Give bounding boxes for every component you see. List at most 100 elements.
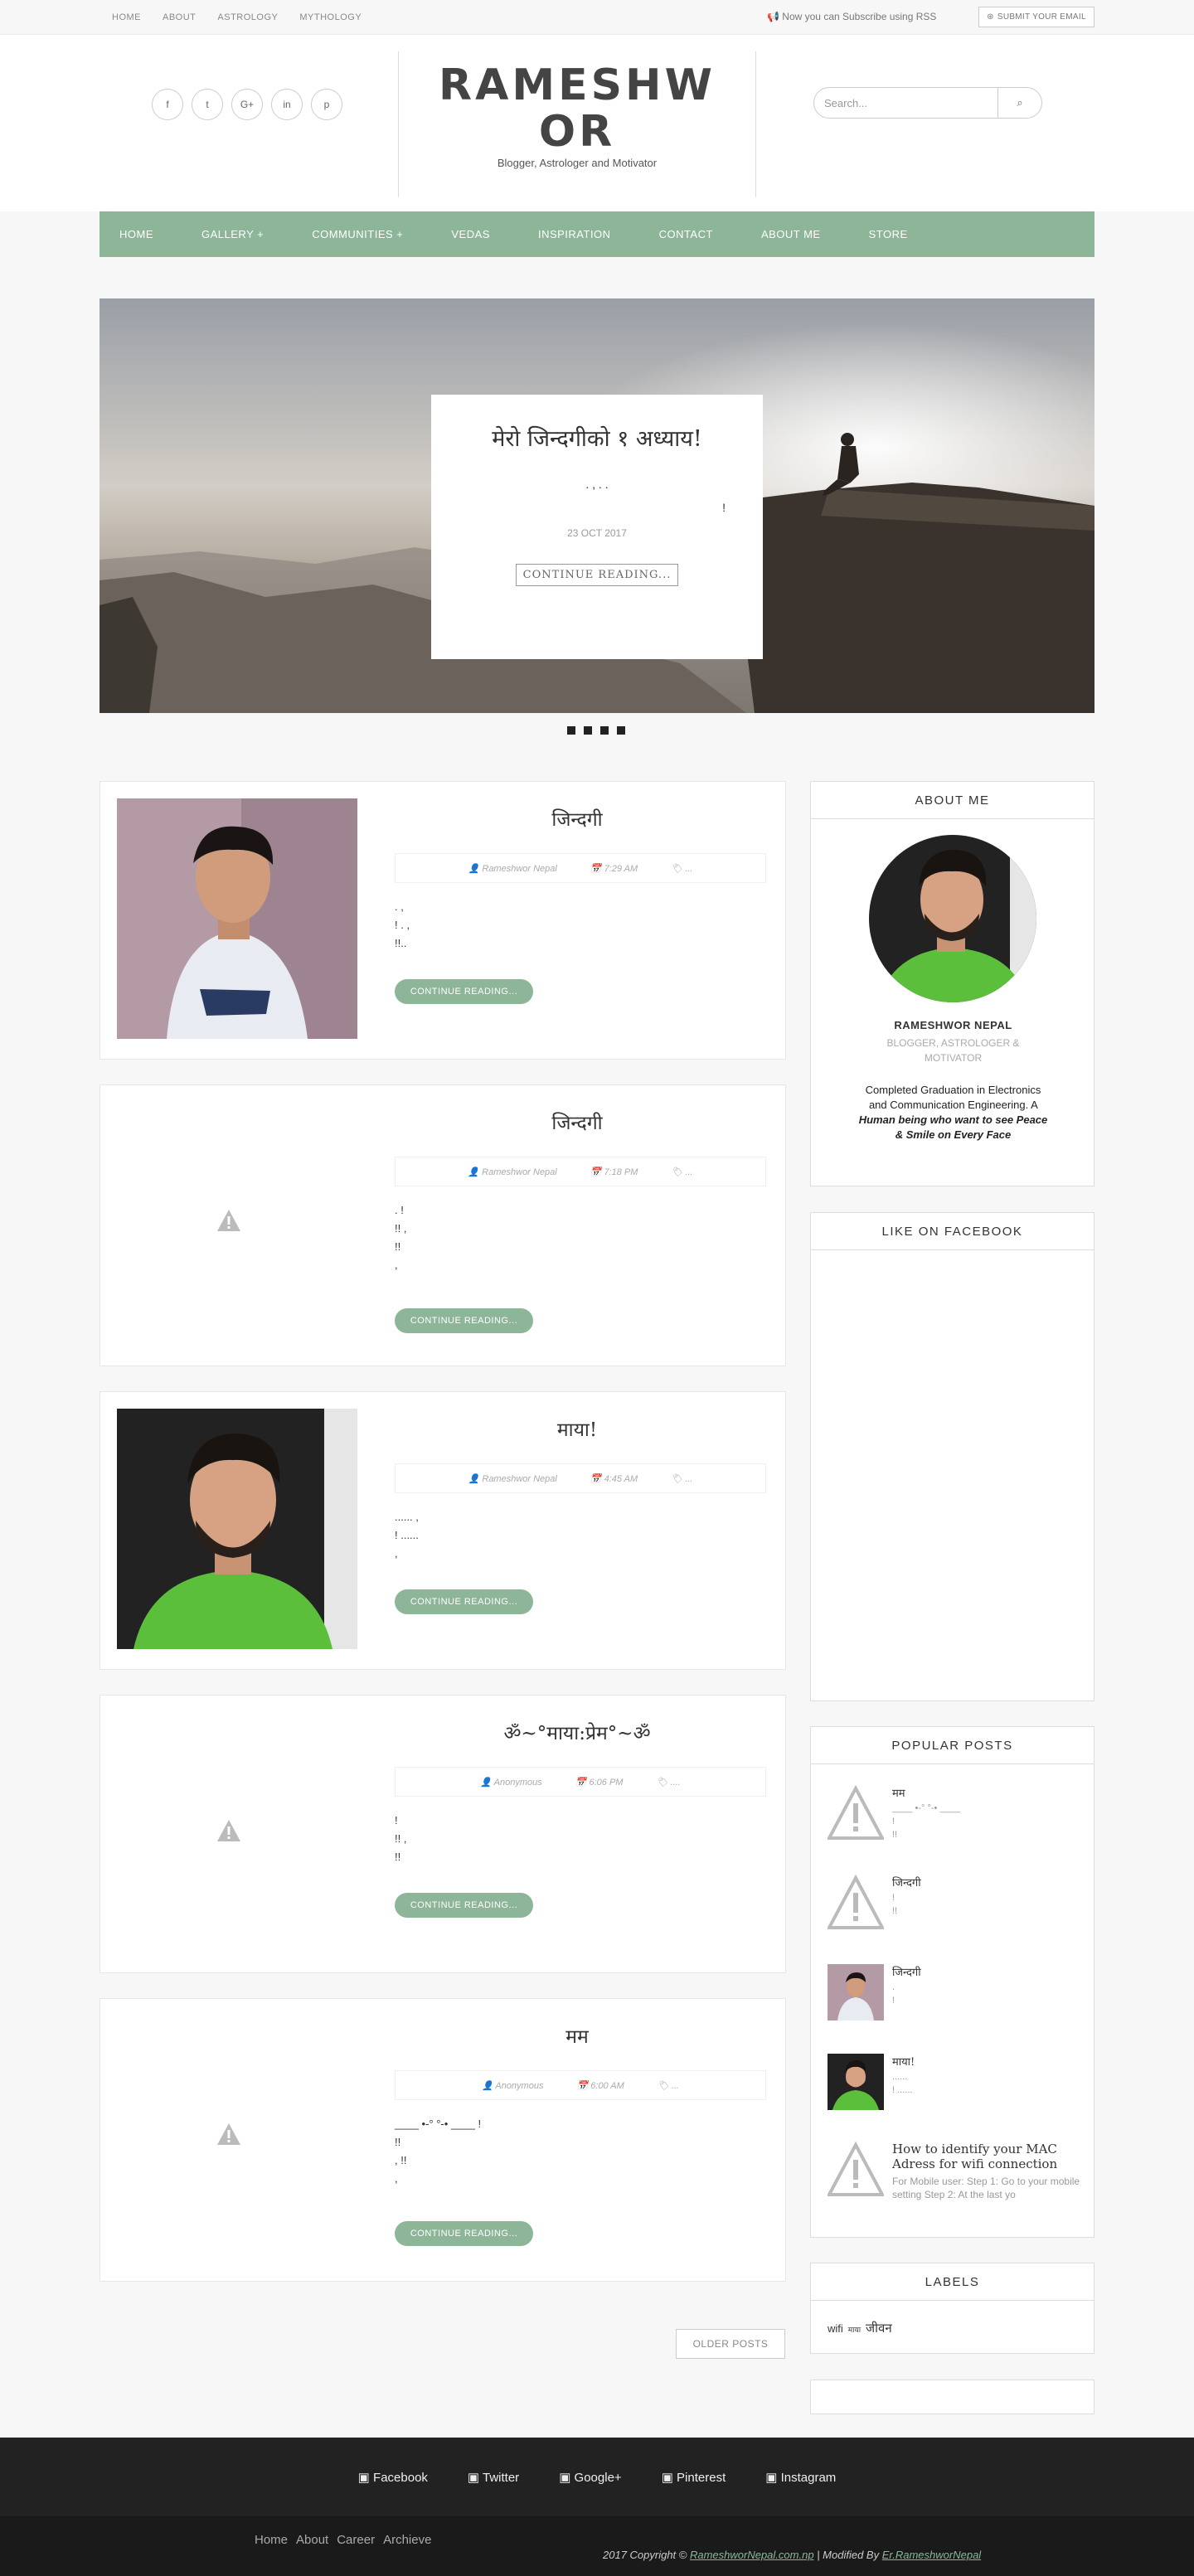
facebook-icon[interactable]: f bbox=[152, 89, 183, 120]
post-excerpt: ____ •-° °-• ____ ! !! , !! , bbox=[395, 2118, 482, 2185]
nav-communities[interactable]: COMMUNITIES + bbox=[312, 228, 403, 240]
popular-post-item[interactable]: जिन्दगी ! !! bbox=[828, 1875, 1085, 1949]
author-description-emphasis: Human being who want to see Peace & Smil… bbox=[858, 1113, 1048, 1141]
continue-reading-button[interactable]: CONTINUE READING... bbox=[395, 2221, 533, 2246]
popular-post-item[interactable]: जिन्दगी . ! bbox=[828, 1964, 1085, 2039]
popular-post-title[interactable]: माया! bbox=[892, 2054, 1083, 2069]
nav-contact[interactable]: CONTACT bbox=[659, 228, 713, 240]
post-time-text: 6:06 PM bbox=[589, 1777, 624, 1788]
footer-google-plus[interactable]: ▣ Google+ bbox=[559, 2470, 622, 2485]
footer-twitter-label: Twitter bbox=[483, 2470, 520, 2485]
continue-reading-button[interactable]: CONTINUE READING... bbox=[395, 1308, 533, 1333]
nav-gallery[interactable]: GALLERY + bbox=[201, 228, 264, 240]
footer-nav-about[interactable]: About bbox=[296, 2533, 328, 2547]
footer-twitter[interactable]: ▣ Twitter bbox=[468, 2470, 519, 2485]
tag-icon: 🏷 bbox=[671, 1473, 683, 1484]
popular-post-title[interactable]: जिन्दगी bbox=[892, 1875, 1083, 1890]
post-author-name[interactable]: Rameshwor Nepal bbox=[482, 1474, 556, 1484]
popular-post-title[interactable]: जिन्दगी bbox=[892, 1964, 1083, 1979]
label-wifi[interactable]: wifi bbox=[828, 2322, 843, 2335]
post-thumbnail[interactable] bbox=[117, 798, 357, 1039]
footer-nav-home[interactable]: Home bbox=[255, 2533, 288, 2547]
popular-post-title[interactable]: मम bbox=[892, 1785, 1083, 1800]
post-title[interactable]: ॐ~°माया:प्रेम°~ॐ bbox=[399, 1719, 755, 1745]
post-excerpt: . ! !! , !! , bbox=[395, 1204, 407, 1271]
search-button[interactable]: ⌕ bbox=[998, 88, 1041, 118]
post-author-name[interactable]: Rameshwor Nepal bbox=[482, 864, 556, 874]
post-author-name[interactable]: Rameshwor Nepal bbox=[482, 1167, 556, 1177]
footer-nav: Home About Career Archieve bbox=[255, 2533, 431, 2547]
search-input[interactable]: Search... bbox=[814, 88, 998, 118]
pinterest-icon[interactable]: p bbox=[311, 89, 342, 120]
footer-instagram[interactable]: ▣ Instagram bbox=[765, 2470, 836, 2485]
post-author-name[interactable]: Anonymous bbox=[494, 1778, 542, 1788]
post-author: 👤 Rameshwor Nepal bbox=[468, 1473, 557, 1484]
calendar-icon: 📅 bbox=[590, 1167, 602, 1177]
site-title-line2: OR bbox=[538, 107, 616, 157]
continue-reading-button[interactable]: CONTINUE READING... bbox=[395, 979, 533, 1004]
widget-title: LIKE ON FACEBOOK bbox=[811, 1213, 1094, 1250]
nav-store[interactable]: STORE bbox=[869, 228, 908, 240]
modified-prefix: | Modified By bbox=[817, 2549, 880, 2561]
about-me-widget: ABOUT ME RAMESHWOR NEPAL BLOGGER, ASTROL… bbox=[810, 781, 1094, 1186]
post-title[interactable]: माया! bbox=[399, 1415, 755, 1442]
subscribe-button[interactable]: ⊛ SUBMIT YOUR EMAIL bbox=[978, 7, 1094, 27]
slider-dot-3[interactable] bbox=[600, 726, 609, 735]
post-author-name[interactable]: Anonymous bbox=[495, 2081, 543, 2091]
linkedin-icon[interactable]: in bbox=[271, 89, 303, 120]
google-plus-icon: ▣ bbox=[559, 2470, 571, 2485]
google-plus-icon[interactable]: G+ bbox=[231, 89, 263, 120]
site-tagline: Blogger, Astrologer and Motivator bbox=[497, 157, 658, 169]
post-title[interactable]: जिन्दगी bbox=[399, 805, 755, 832]
post-time: 📅 6:00 AM bbox=[576, 2080, 624, 2091]
older-posts-button[interactable]: OLDER POSTS bbox=[676, 2329, 785, 2359]
slider-continue-button[interactable]: CONTINUE READING... bbox=[515, 564, 679, 586]
footer-pinterest[interactable]: ▣ Pinterest bbox=[662, 2470, 726, 2485]
continue-reading-button[interactable]: CONTINUE READING... bbox=[395, 1589, 533, 1614]
top-nav-astrology[interactable]: ASTROLOGY bbox=[217, 12, 278, 22]
footer-nav-career[interactable]: Career bbox=[337, 2533, 375, 2547]
label-jiwan[interactable]: जीवन bbox=[866, 2320, 892, 2336]
popular-post-item[interactable]: मम ____ •-° °-• ____ ! !! bbox=[828, 1785, 1085, 1860]
footer-facebook[interactable]: ▣ Facebook bbox=[358, 2470, 428, 2485]
author-link[interactable]: Er.RameshworNepal bbox=[882, 2549, 981, 2561]
twitter-icon[interactable]: t bbox=[192, 89, 223, 120]
popular-post-item[interactable]: How to identify your MAC Adress for wifi… bbox=[828, 2142, 1085, 2216]
label-maya[interactable]: माया bbox=[848, 2324, 861, 2335]
slider-dot-4[interactable] bbox=[617, 726, 625, 735]
site-title[interactable]: RAMESHW OR bbox=[399, 62, 755, 155]
post-thumbnail[interactable] bbox=[117, 1409, 357, 1649]
instagram-icon: ▣ bbox=[765, 2470, 778, 2485]
post-tag-text[interactable]: ... bbox=[672, 2081, 679, 2091]
featured-slider[interactable]: मेरो जिन्दगीको १ अध्याय! . , . . ! 23 OC… bbox=[100, 298, 1094, 713]
nav-inspiration[interactable]: INSPIRATION bbox=[538, 228, 611, 240]
nav-vedas[interactable]: VEDAS bbox=[451, 228, 490, 240]
popular-post-item[interactable]: माया! ...... ! ...... bbox=[828, 2054, 1085, 2128]
post-title[interactable]: जिन्दगी bbox=[399, 1109, 755, 1135]
slider-card: मेरो जिन्दगीको १ अध्याय! . , . . ! 23 OC… bbox=[431, 395, 763, 659]
broken-image-icon bbox=[828, 2142, 884, 2196]
continue-reading-button[interactable]: CONTINUE READING... bbox=[395, 1893, 533, 1918]
slider-dot-2[interactable] bbox=[584, 726, 592, 735]
nav-home[interactable]: HOME bbox=[119, 228, 153, 240]
top-nav-mythology[interactable]: MYTHOLOGY bbox=[299, 12, 362, 22]
top-nav-about[interactable]: ABOUT bbox=[163, 12, 196, 22]
slider-title[interactable]: मेरो जिन्दगीको १ अध्याय! bbox=[431, 422, 763, 453]
portrait-photo bbox=[117, 1409, 357, 1649]
tag-icon: 🏷 bbox=[657, 2080, 669, 2091]
empty-widget bbox=[810, 2380, 1094, 2414]
popular-post-title[interactable]: How to identify your MAC Adress for wifi… bbox=[892, 2142, 1083, 2171]
top-nav-home[interactable]: HOME bbox=[112, 12, 141, 22]
post-tag-text[interactable]: ... bbox=[685, 1167, 692, 1177]
post-title[interactable]: मम bbox=[399, 2022, 755, 2049]
nav-about-me[interactable]: ABOUT ME bbox=[761, 228, 821, 240]
footer-instagram-label: Instagram bbox=[780, 2470, 837, 2485]
calendar-icon: 📅 bbox=[576, 2080, 589, 2091]
post-tag-text[interactable]: .... bbox=[670, 1778, 680, 1788]
copyright-site-link[interactable]: RameshworNepal.com.np bbox=[690, 2549, 814, 2561]
footer-nav-archieve[interactable]: Archieve bbox=[383, 2533, 431, 2547]
post-tag-text[interactable]: ... bbox=[685, 1474, 692, 1484]
post-tag-text[interactable]: ... bbox=[685, 864, 692, 874]
popular-post-snippet: ! !! bbox=[892, 1893, 898, 1916]
slider-dot-1[interactable] bbox=[567, 726, 575, 735]
